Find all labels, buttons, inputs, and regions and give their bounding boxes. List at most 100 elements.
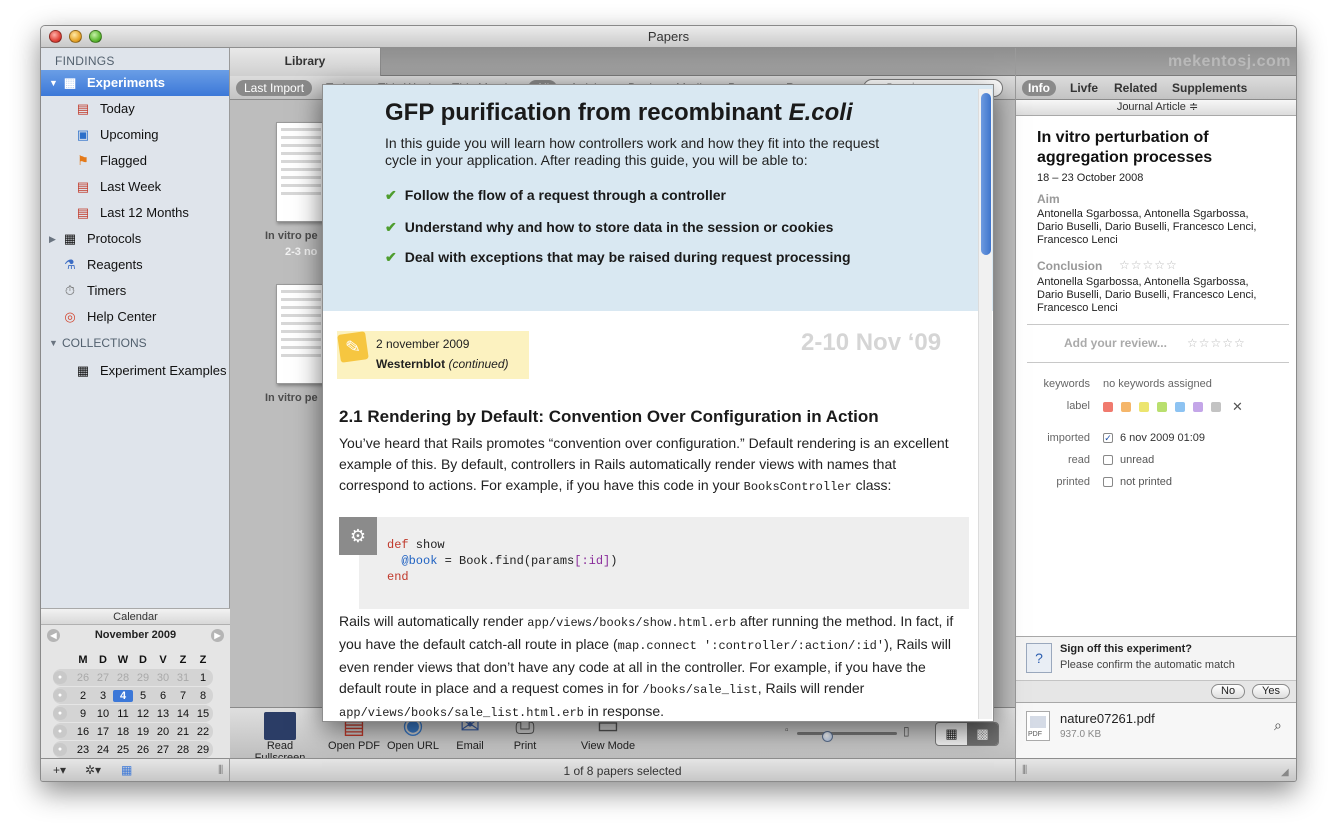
label-color-swatch[interactable] [1193, 402, 1203, 412]
calendar-day[interactable]: 9 [73, 708, 93, 720]
paper-thumbnail[interactable] [276, 122, 326, 222]
tab-info[interactable]: Info [1022, 80, 1056, 96]
calendar-toggle-icon[interactable]: ▦ [121, 763, 132, 777]
calendar-day[interactable]: 22 [193, 726, 213, 738]
sidebar-item-experiments[interactable]: ▼ ▦ Experiments [41, 70, 229, 96]
prev-month-button[interactable]: ◀ [47, 629, 60, 642]
filter-last-import[interactable]: Last Import [236, 80, 313, 96]
review-rating-stars[interactable]: ☆☆☆☆☆ [1187, 336, 1246, 350]
zoom-slider[interactable]: ▫ ▯ [785, 724, 955, 742]
calendar-day[interactable]: 30 [153, 672, 173, 684]
sidebar-item-flagged[interactable]: ⚑ Flagged [41, 148, 229, 174]
sidebar-item-help-center[interactable]: ◎ Help Center [41, 304, 229, 330]
clear-label-icon[interactable]: ✕ [1232, 399, 1243, 415]
zoom-knob[interactable] [822, 731, 833, 742]
label-color-swatch[interactable] [1121, 402, 1131, 412]
sidebar-item-today[interactable]: ▤ Today [41, 96, 229, 122]
calendar-day[interactable]: 28 [113, 672, 133, 684]
disclosure-closed-icon[interactable]: ▶ [49, 226, 56, 252]
calendar-day[interactable]: 26 [133, 744, 153, 756]
calendar-day[interactable]: 17 [93, 726, 113, 738]
tab-livfe[interactable]: Livfe [1064, 80, 1104, 96]
gear-icon[interactable]: ✲▾ [85, 763, 101, 777]
no-button[interactable]: No [1211, 684, 1246, 699]
label-color-swatch[interactable] [1157, 402, 1167, 412]
week-select-button[interactable]: ● [53, 689, 67, 702]
tab-related[interactable]: Related [1108, 80, 1163, 96]
publication-type-select[interactable]: Journal Article ≑ [1016, 100, 1296, 116]
add-review-link[interactable]: Add your review... [1064, 336, 1167, 350]
calendar-day[interactable]: 2 [73, 690, 93, 702]
next-month-button[interactable]: ▶ [211, 629, 224, 642]
resize-handle-icon[interactable]: ⦀ [1022, 763, 1027, 778]
sidebar-item-protocols[interactable]: ▶ ▦ Protocols [41, 226, 229, 252]
imported-checkbox[interactable]: ✓ [1103, 433, 1113, 443]
document-viewer[interactable]: GFP purification from recombinant E.coli… [322, 84, 994, 722]
sidebar-item-upcoming[interactable]: ▣ Upcoming [41, 122, 229, 148]
conclusion-rating-stars[interactable]: ☆☆☆☆☆ [1119, 258, 1178, 272]
week-select-button[interactable]: ● [53, 707, 67, 720]
zoom-window-button[interactable] [89, 30, 102, 43]
calendar-day[interactable]: 29 [193, 744, 213, 756]
calendar-day[interactable]: 19 [133, 726, 153, 738]
calendar-day[interactable]: 25 [113, 744, 133, 756]
calendar-day[interactable]: 1 [193, 672, 213, 684]
tab-library[interactable]: Library [230, 48, 381, 76]
calendar-day[interactable]: 27 [93, 672, 113, 684]
calendar-day[interactable]: 18 [113, 726, 133, 738]
read-fullscreen-button[interactable]: Read Fullscreen [240, 712, 320, 764]
calendar-day[interactable]: 14 [173, 708, 193, 720]
magnifier-icon[interactable]: ⌕ [1274, 717, 1282, 734]
grid-view-icon[interactable]: ▩ [967, 723, 998, 745]
collections-header-row[interactable]: ▼ COLLECTIONS [41, 330, 229, 358]
calendar-day[interactable]: 15 [193, 708, 213, 720]
calendar-day[interactable]: 12 [133, 708, 153, 720]
calendar-day[interactable]: 23 [73, 744, 93, 756]
sidebar-item-last-12-months[interactable]: ▤ Last 12 Months [41, 200, 229, 226]
list-view-icon[interactable]: ▦ [936, 723, 967, 745]
calendar-day[interactable]: 16 [73, 726, 93, 738]
sidebar-item-reagents[interactable]: ⚗ Reagents [41, 252, 229, 278]
printed-checkbox[interactable] [1103, 477, 1113, 487]
label-color-swatch[interactable] [1175, 402, 1185, 412]
week-select-button[interactable]: ● [53, 743, 67, 756]
calendar-day[interactable]: 11 [113, 708, 133, 720]
paper-thumbnail[interactable] [276, 284, 326, 384]
disclosure-open-icon[interactable]: ▼ [49, 70, 58, 96]
calendar-day[interactable]: 26 [73, 672, 93, 684]
read-checkbox[interactable] [1103, 455, 1113, 465]
disclosure-open-icon[interactable]: ▼ [49, 330, 58, 356]
calendar-day[interactable]: 13 [153, 708, 173, 720]
calendar-day[interactable]: 28 [173, 744, 193, 756]
sidebar-item-timers[interactable]: ⏱ Timers [41, 278, 229, 304]
calendar-day[interactable]: 7 [173, 690, 193, 702]
calendar-day[interactable]: 29 [133, 672, 153, 684]
calendar-day[interactable]: 8 [193, 690, 213, 702]
view-mode-segmented-control[interactable]: ▦ ▩ [935, 722, 999, 746]
document-scrollbar[interactable] [978, 89, 992, 719]
calendar-day[interactable]: 4 [113, 689, 133, 702]
calendar-day[interactable]: 5 [133, 690, 153, 702]
add-icon[interactable]: +▾ [53, 763, 66, 777]
calendar-day[interactable]: 3 [93, 690, 113, 702]
calendar-day[interactable]: 20 [153, 726, 173, 738]
calendar-day[interactable]: 24 [93, 744, 113, 756]
calendar-day[interactable]: 6 [153, 690, 173, 702]
label-color-swatch[interactable] [1211, 402, 1221, 412]
window-resize-grip-icon[interactable]: ◢ [1281, 767, 1289, 778]
label-color-swatch[interactable] [1103, 402, 1113, 412]
tab-supplements[interactable]: Supplements [1166, 80, 1253, 96]
attached-file[interactable]: PDF nature07261.pdf 937.0 KB ⌕ [1016, 702, 1296, 758]
calendar-day[interactable]: 31 [173, 672, 193, 684]
scrollbar-thumb[interactable] [981, 93, 991, 255]
close-window-button[interactable] [49, 30, 62, 43]
minimize-window-button[interactable] [69, 30, 82, 43]
calendar-day[interactable]: 21 [173, 726, 193, 738]
week-select-button[interactable]: ● [53, 725, 67, 738]
calendar-day[interactable]: 27 [153, 744, 173, 756]
calendar-day[interactable]: 10 [93, 708, 113, 720]
keywords-value[interactable]: no keywords assigned [1103, 378, 1212, 390]
resize-handle-icon[interactable]: ⦀ [218, 763, 223, 778]
sidebar-item-experiment-examples[interactable]: ▦ Experiment Examples [41, 358, 229, 384]
yes-button[interactable]: Yes [1252, 684, 1290, 699]
